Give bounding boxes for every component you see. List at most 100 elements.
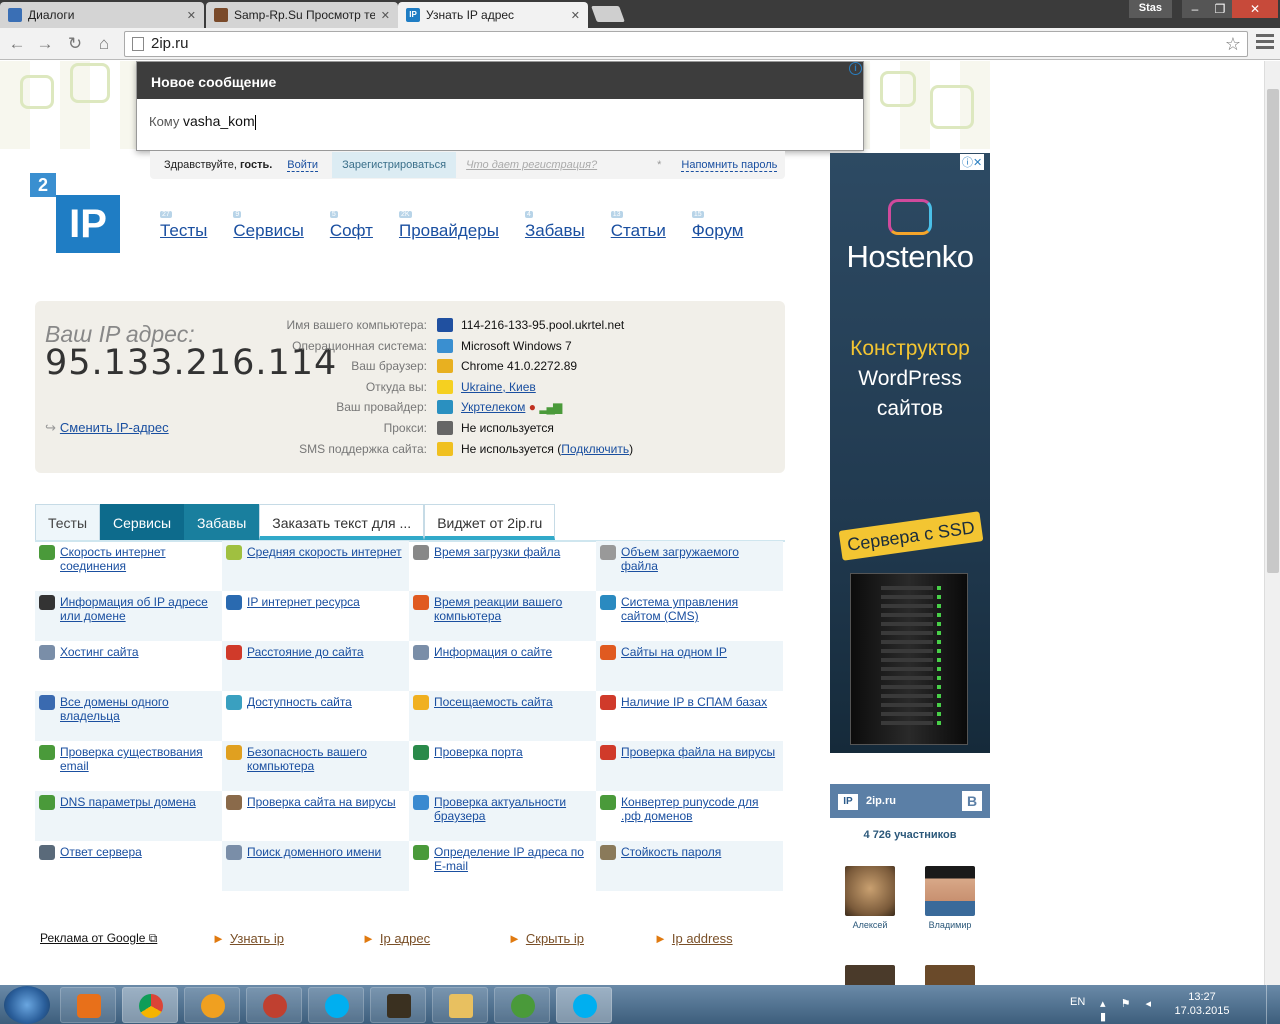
- service-item[interactable]: Стойкость пароля: [596, 841, 783, 891]
- nav-item[interactable]: 4 Забавы: [524, 211, 585, 241]
- start-button[interactable]: [4, 986, 50, 1024]
- service-item[interactable]: Определение IP адреса по E-mail: [409, 841, 596, 891]
- service-item[interactable]: Информация о сайте: [409, 641, 596, 691]
- tab-2ip[interactable]: IP Узнать IP адрес ✕: [398, 2, 588, 28]
- nav-item[interactable]: 13 Статьи: [610, 211, 666, 241]
- service-item[interactable]: IP интернет ресурса: [222, 591, 409, 641]
- info-value[interactable]: Ukraine, Киев: [461, 377, 536, 398]
- vk-member[interactable]: Владимир: [925, 866, 975, 930]
- service-link[interactable]: Безопасность вашего компьютера: [247, 745, 403, 791]
- service-item[interactable]: Средняя скорость интернет: [222, 541, 409, 591]
- service-item[interactable]: Сайты на одном IP: [596, 641, 783, 691]
- taskbar-media-player[interactable]: [60, 987, 116, 1023]
- service-link[interactable]: IP интернет ресурса: [247, 595, 360, 641]
- service-item[interactable]: Все домены одного владельца: [35, 691, 222, 741]
- google-ads-title[interactable]: Реклама от Google ⧉: [40, 931, 157, 946]
- service-item[interactable]: Ответ сервера: [35, 841, 222, 891]
- taskbar-app-3[interactable]: [184, 987, 240, 1023]
- clock[interactable]: 13:27 17.03.2015: [1172, 990, 1232, 1018]
- taskbar-utorrent[interactable]: [494, 987, 550, 1023]
- service-item[interactable]: Проверка сайта на вирусы: [222, 791, 409, 841]
- ad-link[interactable]: ► Ip address: [654, 931, 733, 946]
- chrome-menu-icon[interactable]: [1256, 34, 1274, 52]
- service-item[interactable]: Проверка файла на вирусы: [596, 741, 783, 791]
- tab-services[interactable]: Сервисы: [100, 504, 185, 540]
- service-item[interactable]: Скорость интернет соединения: [35, 541, 222, 591]
- ad-link[interactable]: ► Скрыть ip: [508, 931, 584, 946]
- taskbar-app-4[interactable]: [246, 987, 302, 1023]
- nav-item[interactable]: 9 Сервисы: [233, 211, 304, 241]
- address-bar[interactable]: 2ip.ru ☆: [124, 31, 1248, 57]
- tab-fun[interactable]: Забавы: [184, 504, 260, 540]
- service-link[interactable]: Наличие IP в СПАМ базах: [621, 695, 767, 741]
- service-link[interactable]: Расстояние до сайта: [247, 645, 364, 691]
- nav-item[interactable]: 27 Тесты: [160, 211, 207, 241]
- tray-icons[interactable]: ▴ ⚑ ◂ ▮: [1100, 997, 1160, 1023]
- new-tab-button[interactable]: [591, 6, 625, 22]
- service-link[interactable]: Система управления сайтом (CMS): [621, 595, 777, 641]
- tab-samp[interactable]: Samp-Rp.Su Просмотр те ✕: [206, 2, 398, 28]
- service-link[interactable]: Конвертер punycode для .рф доменов: [621, 795, 777, 841]
- ad-link[interactable]: ► Ip адрес: [362, 931, 430, 946]
- service-link[interactable]: Объем загружаемого файла: [621, 545, 777, 591]
- taskbar-skype-2[interactable]: [556, 987, 612, 1023]
- close-window-button[interactable]: ✕: [1232, 0, 1278, 18]
- login-link[interactable]: Войти: [287, 159, 319, 172]
- vertical-scrollbar[interactable]: [1264, 61, 1280, 985]
- recipient-value[interactable]: vasha_kom: [183, 113, 255, 129]
- service-link[interactable]: Скорость интернет соединения: [60, 545, 216, 591]
- nav-item[interactable]: 5 Софт: [329, 211, 373, 241]
- service-link[interactable]: Проверка актуальности браузера: [434, 795, 590, 841]
- home-icon[interactable]: ⌂: [93, 33, 115, 55]
- ad-close-icon[interactable]: ⓘ✕: [960, 154, 985, 170]
- service-link[interactable]: Проверка существования email: [60, 745, 216, 791]
- service-item[interactable]: Время реакции вашего компьютера: [409, 591, 596, 641]
- recipient-field[interactable]: Кому vasha_kom: [137, 99, 863, 144]
- profile-badge[interactable]: Stas: [1128, 0, 1172, 18]
- service-item[interactable]: Проверка актуальности браузера: [409, 791, 596, 841]
- service-item[interactable]: Конвертер punycode для .рф доменов: [596, 791, 783, 841]
- service-link[interactable]: Проверка сайта на вирусы: [247, 795, 396, 841]
- show-desktop-button[interactable]: [1266, 985, 1280, 1024]
- tab-close-icon[interactable]: ✕: [571, 9, 580, 22]
- service-item[interactable]: DNS параметры домена: [35, 791, 222, 841]
- minimize-button[interactable]: –: [1182, 0, 1208, 18]
- service-link[interactable]: Стойкость пароля: [621, 845, 721, 891]
- service-item[interactable]: Хостинг сайта: [35, 641, 222, 691]
- service-item[interactable]: Проверка существования email: [35, 741, 222, 791]
- tab-dialogs[interactable]: Диалоги ✕: [0, 2, 204, 28]
- tab-order-text[interactable]: Заказать текст для ...: [259, 504, 425, 540]
- service-link[interactable]: DNS параметры домена: [60, 795, 196, 841]
- service-link[interactable]: Определение IP адреса по E-mail: [434, 845, 590, 891]
- ad-link[interactable]: ► Узнать ip: [212, 931, 284, 946]
- service-link[interactable]: Сайты на одном IP: [621, 645, 727, 691]
- service-link[interactable]: Средняя скорость интернет: [247, 545, 402, 591]
- maximize-button[interactable]: ❐: [1208, 0, 1232, 18]
- service-item[interactable]: Посещаемость сайта: [409, 691, 596, 741]
- service-item[interactable]: Наличие IP в СПАМ базах: [596, 691, 783, 741]
- tab-close-icon[interactable]: ✕: [187, 9, 196, 22]
- language-indicator[interactable]: EN: [1070, 996, 1085, 1008]
- taskbar-game[interactable]: [370, 987, 426, 1023]
- service-link[interactable]: Поиск доменного имени: [247, 845, 381, 891]
- service-link[interactable]: Время реакции вашего компьютера: [434, 595, 590, 641]
- register-hint-link[interactable]: Что дает регистрация?: [466, 159, 597, 171]
- service-item[interactable]: Информация об IP адресе или домене: [35, 591, 222, 641]
- change-ip-link[interactable]: ↪ Сменить IP-адрес: [45, 420, 169, 436]
- hostenko-banner[interactable]: Hostenko Конструктор WordPress сайтов Се…: [830, 153, 990, 753]
- service-item[interactable]: Поиск доменного имени: [222, 841, 409, 891]
- service-item[interactable]: Время загрузки файла: [409, 541, 596, 591]
- service-link[interactable]: Хостинг сайта: [60, 645, 139, 691]
- service-link[interactable]: Доступность сайта: [247, 695, 352, 741]
- 2ip-logo[interactable]: 2 IP: [30, 173, 122, 255]
- service-item[interactable]: Система управления сайтом (CMS): [596, 591, 783, 641]
- scrollbar-thumb[interactable]: [1267, 89, 1279, 573]
- taskbar-chrome[interactable]: [122, 987, 178, 1023]
- register-button[interactable]: Зарегистрироваться: [332, 152, 457, 178]
- change-ip-label[interactable]: Сменить IP-адрес: [60, 420, 169, 435]
- vk-member[interactable]: [925, 965, 975, 985]
- tab-close-icon[interactable]: ✕: [381, 9, 390, 22]
- info-value[interactable]: Укртелеком ● ▂▄▆: [461, 397, 562, 418]
- remind-password-link[interactable]: Напомнить пароль: [681, 159, 778, 172]
- service-link[interactable]: Все домены одного владельца: [60, 695, 216, 741]
